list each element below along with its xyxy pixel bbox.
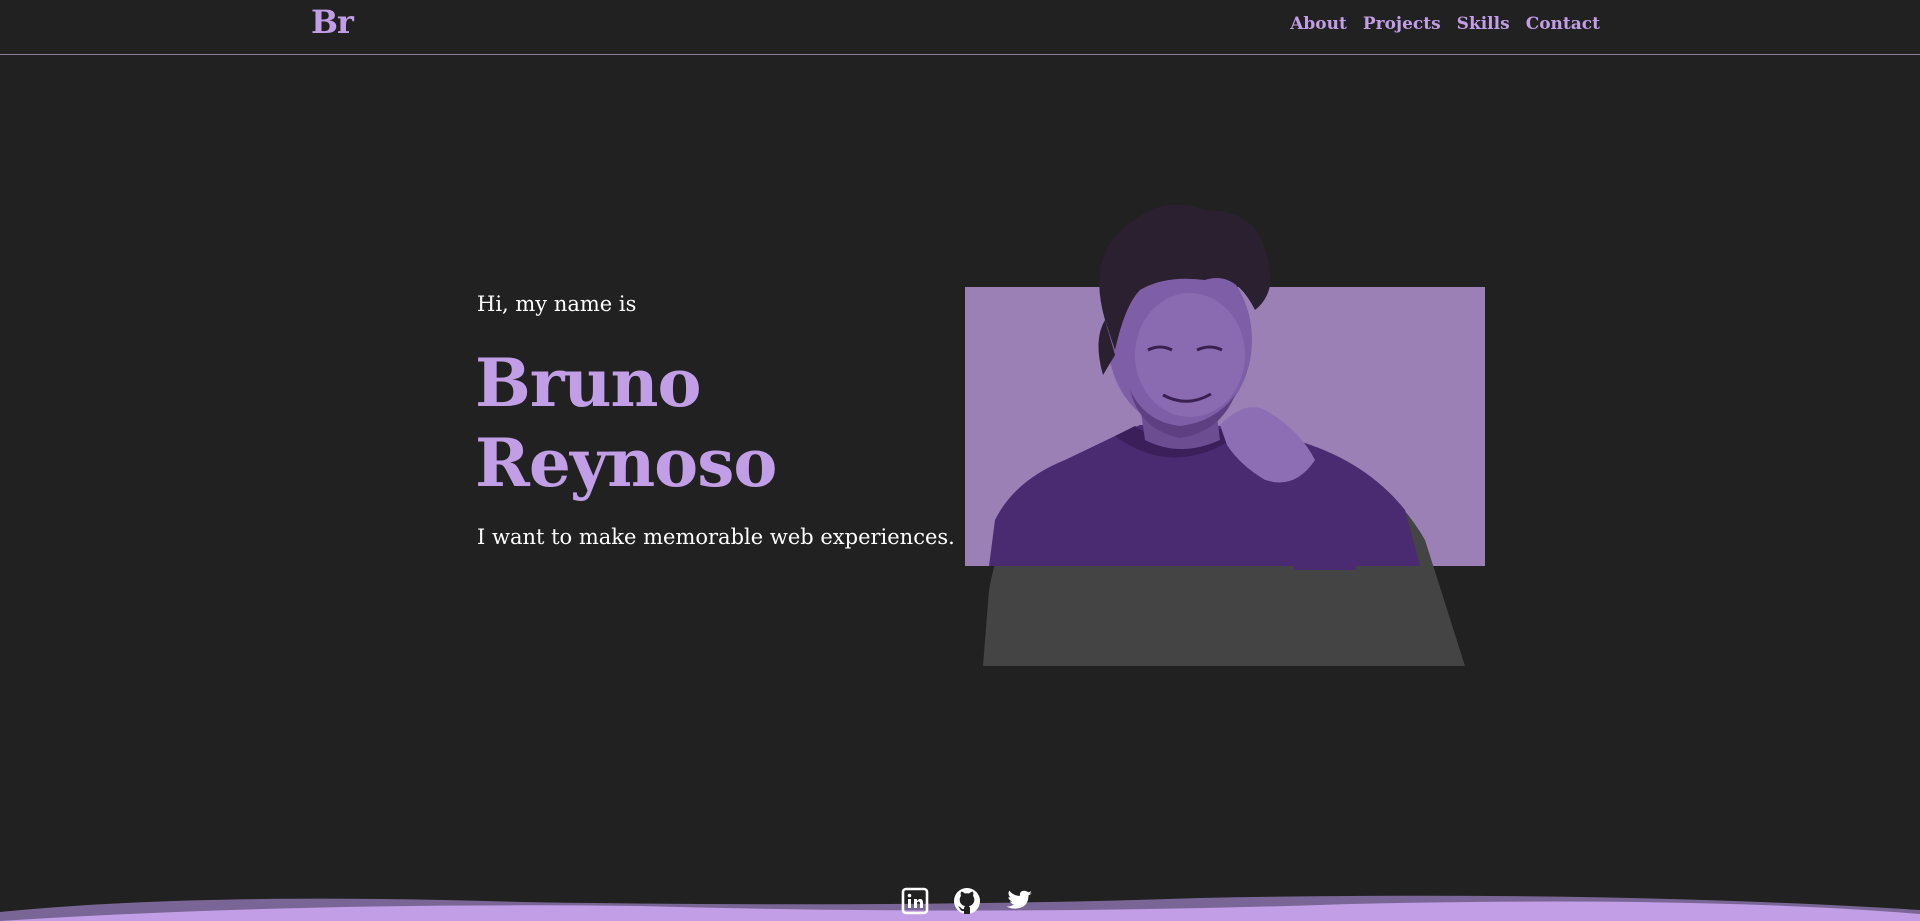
nav-about[interactable]: About xyxy=(1290,14,1347,34)
nav-contact[interactable]: Contact xyxy=(1526,14,1600,34)
hero-last-name: Reynoso xyxy=(475,424,777,502)
page: Br About Projects Skills Contact Hi, my … xyxy=(0,0,1920,921)
linkedin-icon xyxy=(901,887,929,915)
main-nav: About Projects Skills Contact xyxy=(1290,14,1600,34)
twitter-link[interactable] xyxy=(1004,886,1034,916)
nav-projects[interactable]: Projects xyxy=(1363,14,1441,34)
github-icon xyxy=(954,888,980,914)
portrait-image xyxy=(965,204,1485,666)
hero-name: Bruno Reynoso xyxy=(475,343,777,503)
hero-first-name: Bruno xyxy=(475,344,702,422)
linkedin-link[interactable] xyxy=(900,886,930,916)
logo[interactable]: Br xyxy=(311,3,354,41)
profile-photo xyxy=(965,190,1485,670)
github-link[interactable] xyxy=(952,886,982,916)
twitter-icon xyxy=(1006,890,1032,909)
site-header: Br About Projects Skills Contact xyxy=(0,0,1920,55)
social-links xyxy=(900,886,1034,916)
hero-tagline: I want to make memorable web experiences… xyxy=(477,525,955,549)
hero-greeting: Hi, my name is xyxy=(477,292,637,316)
nav-skills[interactable]: Skills xyxy=(1457,14,1510,34)
